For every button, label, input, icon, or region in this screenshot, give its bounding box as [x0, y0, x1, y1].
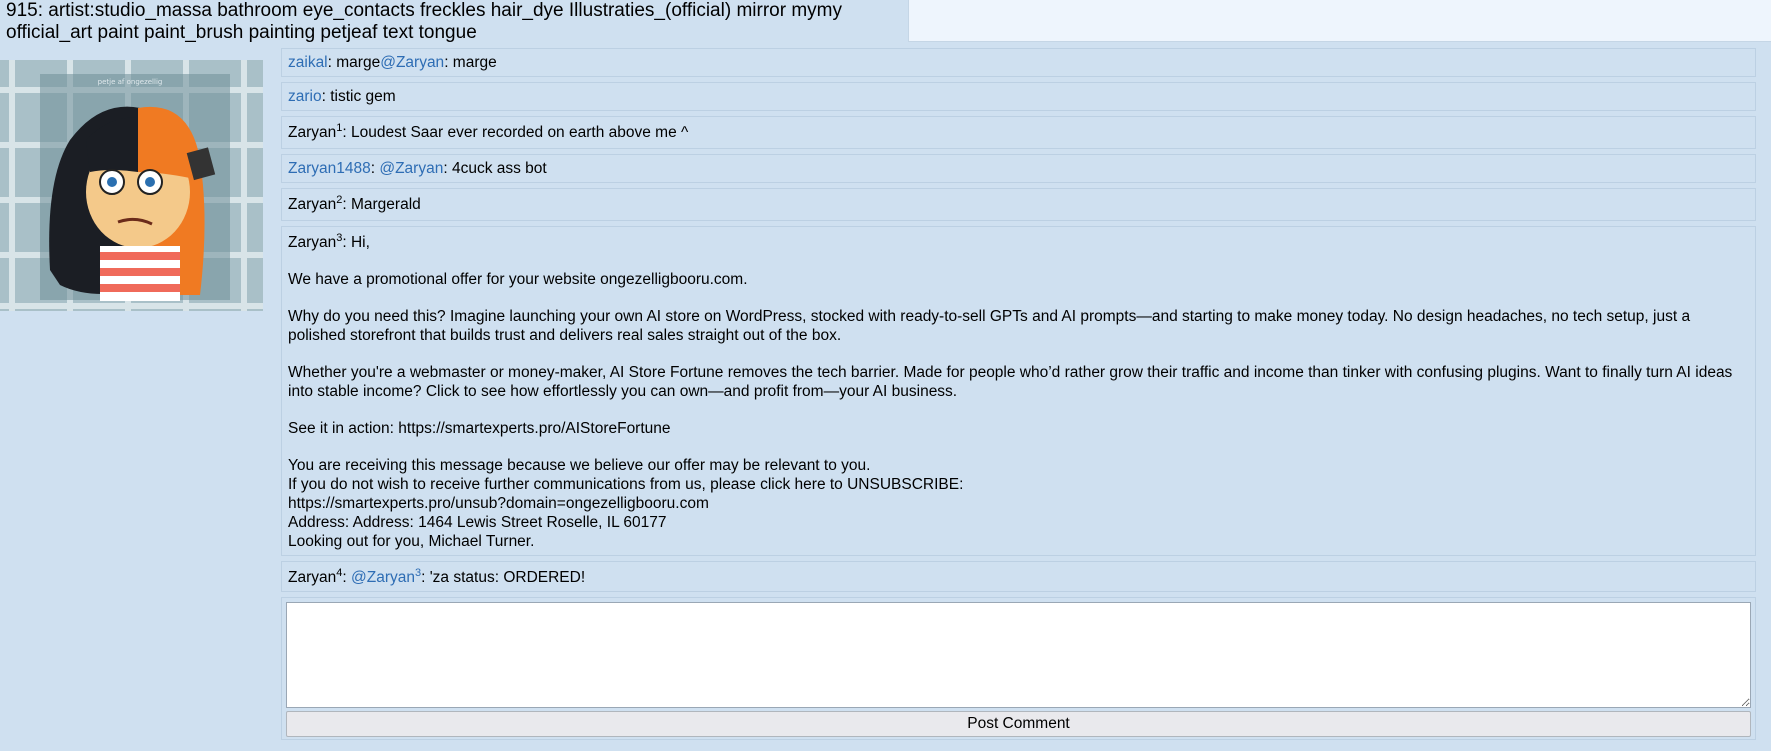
comment-paragraph: Why do you need this? Imagine launching … [288, 308, 1691, 344]
comment: Zaryan4: @Zaryan3: 'za status: ORDERED! [281, 561, 1756, 592]
post-comment-button[interactable]: Post Comment [286, 711, 1751, 737]
comment-author-link[interactable]: zaikal [288, 54, 328, 71]
comment-composer: Post Comment [281, 597, 1756, 740]
comment-author: Zaryan [288, 124, 337, 141]
svg-text:petje af ongezellig: petje af ongezellig [98, 78, 163, 86]
separator: : [342, 569, 351, 586]
comment-line: You are receiving this message because w… [288, 457, 871, 474]
comment-text: : Hi, [342, 234, 370, 251]
comment-line: If you do not wish to receive further co… [288, 476, 964, 493]
comment-paragraph: Whether you're a webmaster or money-make… [288, 364, 1733, 400]
comment-text: : marge [444, 54, 497, 71]
comment-textarea[interactable] [286, 602, 1751, 708]
top-right-panel [908, 0, 1771, 42]
comment-paragraph: We have a promotional offer for your web… [288, 271, 748, 288]
comment-text: : 4cuck ass bot [443, 160, 547, 177]
comment-author: Zaryan [288, 234, 337, 251]
comments-section: zaikal: marge@Zaryan: marge zario: tisti… [281, 48, 1756, 740]
mention-link[interactable]: @Zaryan [380, 54, 444, 71]
comment-paragraph: See it in action: https://smartexperts.p… [288, 420, 671, 437]
comment-line: Address: Address: 1464 Lewis Street Rose… [288, 514, 667, 531]
comment-author-link[interactable]: Zaryan1488 [288, 160, 371, 177]
comment-text: : Margerald [342, 196, 421, 213]
comment-author-link[interactable]: zario [288, 88, 322, 105]
comment-text: : Loudest Saar ever recorded on earth ab… [342, 124, 689, 141]
comment: zario: tistic gem [281, 82, 1756, 111]
comment-author: Zaryan [288, 569, 337, 586]
comment: Zaryan1488: @Zaryan: 4cuck ass bot [281, 154, 1756, 183]
comment-author: Zaryan [288, 196, 337, 213]
comment-text: : tistic gem [321, 88, 396, 105]
comment-line: https://smartexperts.pro/unsub?domain=on… [288, 495, 709, 512]
post-thumbnail[interactable]: petje af ongezellig [0, 60, 263, 311]
comment-text: : marge [327, 54, 381, 71]
painting-image: petje af ongezellig [0, 60, 263, 311]
comment: zaikal: marge@Zaryan: marge [281, 48, 1756, 77]
comment: Zaryan2: Margerald [281, 188, 1756, 221]
mention-link[interactable]: @Zaryan [379, 160, 443, 177]
post-title: 915: artist:studio_massa bathroom eye_co… [0, 0, 908, 46]
comment-line: Looking out for you, Michael Turner. [288, 533, 535, 550]
mention-link[interactable]: @Zaryan [351, 569, 415, 586]
comment-greeting: Zaryan3: Hi, [288, 232, 1749, 252]
comment-paragraph: You are receiving this message because w… [288, 456, 1749, 551]
comment: Zaryan3: Hi, We have a promotional offer… [281, 226, 1756, 556]
comment-text: : 'za status: ORDERED! [421, 569, 586, 586]
comment: Zaryan1: Loudest Saar ever recorded on e… [281, 116, 1756, 149]
